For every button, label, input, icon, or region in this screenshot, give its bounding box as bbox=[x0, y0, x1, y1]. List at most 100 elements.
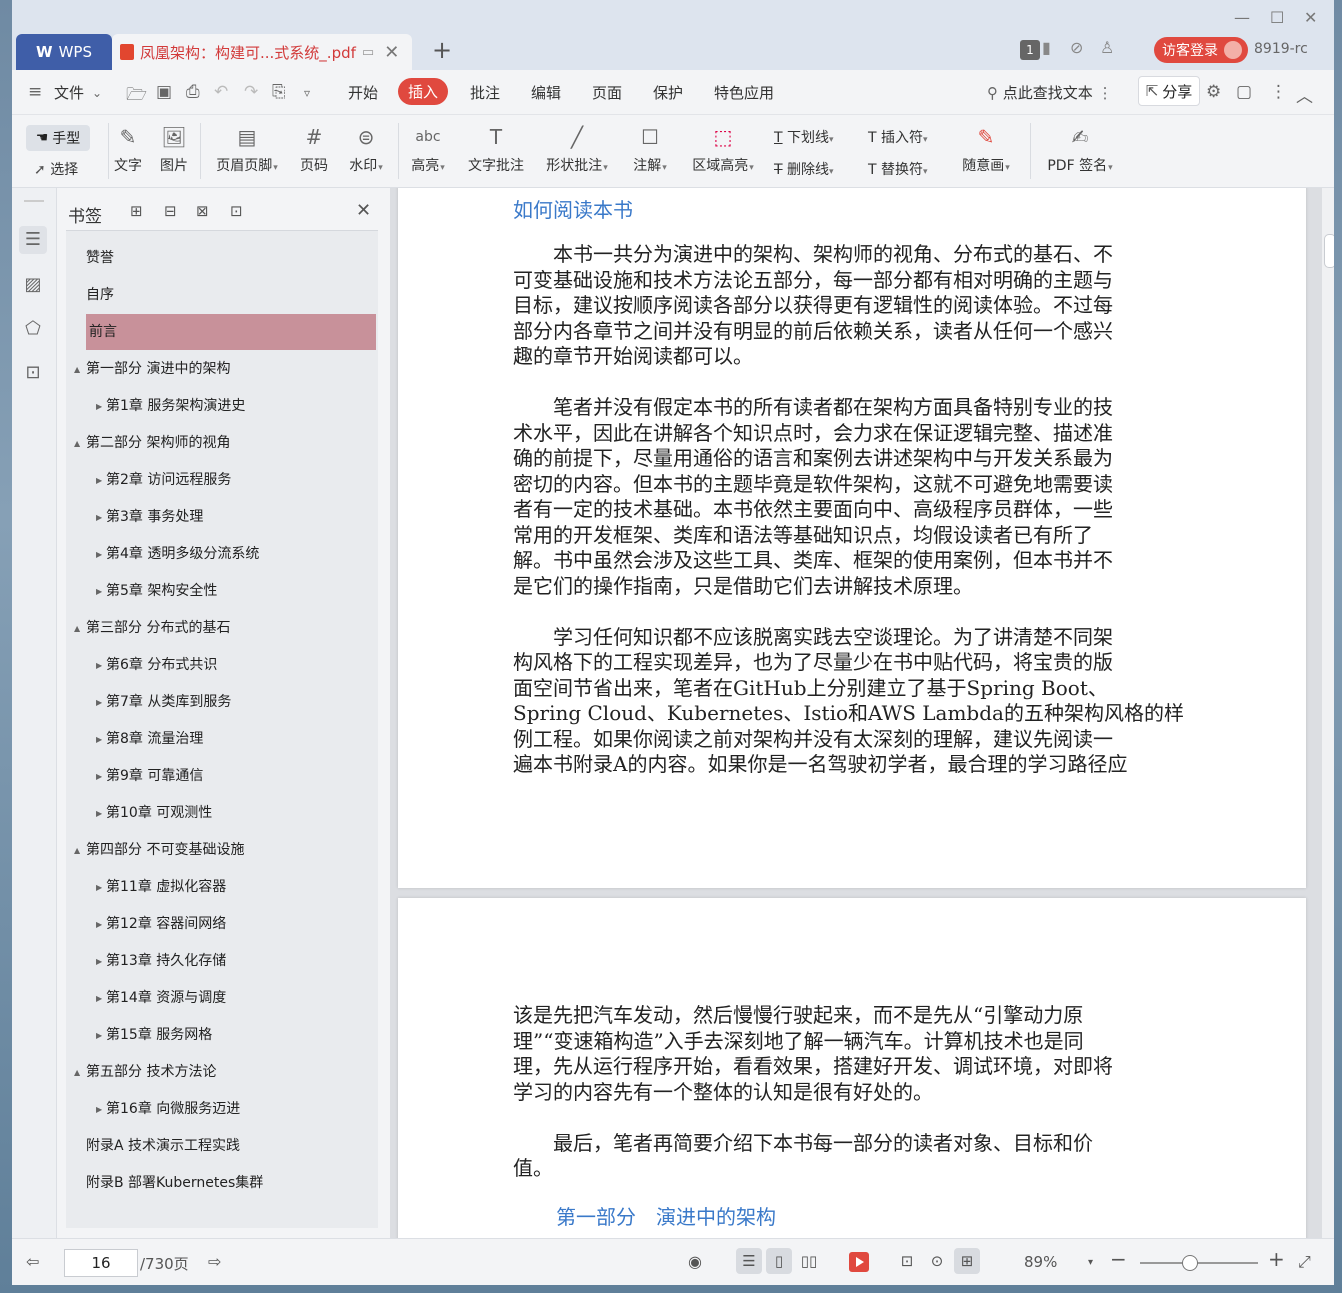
expand-triangle-icon[interactable]: ▶ bbox=[96, 513, 102, 522]
collapse-triangle-icon[interactable]: ▲ bbox=[74, 846, 80, 855]
fullscreen-icon[interactable]: ⤢ bbox=[1298, 1252, 1311, 1272]
tab-protect[interactable]: 保护 bbox=[653, 82, 683, 103]
hand-tool-button[interactable]: ☚ 手型 bbox=[26, 125, 90, 151]
window-count-badge[interactable]: 1 bbox=[1020, 40, 1040, 60]
select-tool-button[interactable]: ➚ 选择 bbox=[34, 159, 78, 179]
thumbnail-image-icon[interactable]: ▨ bbox=[22, 274, 44, 296]
expand-all-icon[interactable]: ⊟ bbox=[164, 202, 177, 220]
strikethrough-button[interactable]: T 删除线▾ bbox=[774, 159, 834, 179]
bookmark-item[interactable]: 第三部分 分布式的基石 bbox=[86, 610, 376, 646]
actual-size-icon[interactable]: ⊡ bbox=[894, 1248, 920, 1274]
maximize-icon[interactable]: ☐ bbox=[1270, 8, 1284, 27]
zoom-slider-knob[interactable] bbox=[1182, 1255, 1198, 1271]
wps-home-tab[interactable]: W WPS bbox=[16, 34, 112, 70]
bookmark-item[interactable]: 第8章 流量治理 bbox=[106, 721, 396, 757]
more-dropdown-icon[interactable]: ▿ bbox=[304, 86, 310, 100]
tab-start[interactable]: 开始 bbox=[348, 82, 378, 103]
search-box[interactable]: ⚲ 点此查找文本 ⋮ bbox=[987, 82, 1113, 103]
collapse-all-icon[interactable]: ⊠ bbox=[196, 202, 209, 220]
redo-icon[interactable]: ↷ bbox=[244, 82, 258, 102]
zoom-dropdown-icon[interactable]: ▾ bbox=[1088, 1257, 1093, 1268]
expand-triangle-icon[interactable]: ▶ bbox=[96, 402, 102, 411]
highlight-button[interactable]: abc 高亮▾ bbox=[408, 123, 448, 175]
insert-image-button[interactable]: 🖼 图片 bbox=[160, 123, 188, 175]
expand-triangle-icon[interactable]: ▶ bbox=[96, 1105, 102, 1114]
tab-edit[interactable]: 编辑 bbox=[531, 82, 561, 103]
bookmark-item[interactable]: 第14章 资源与调度 bbox=[106, 980, 396, 1016]
replace-mark-button[interactable]: T 替换符▾ bbox=[868, 159, 928, 179]
scrollbar-thumb[interactable] bbox=[1324, 234, 1334, 268]
expand-triangle-icon[interactable]: ▶ bbox=[96, 698, 102, 707]
bookmark-item[interactable]: 第四部分 不可变基础设施 bbox=[86, 832, 376, 868]
tab-comment[interactable]: 批注 bbox=[470, 82, 500, 103]
expand-triangle-icon[interactable]: ▶ bbox=[96, 957, 102, 966]
insert-text-button[interactable]: ✎ 文字 bbox=[114, 123, 142, 175]
minimize-icon[interactable]: — bbox=[1234, 8, 1250, 27]
expand-triangle-icon[interactable]: ▶ bbox=[96, 809, 102, 818]
page-number-input[interactable]: 16 bbox=[64, 1249, 138, 1277]
expand-triangle-icon[interactable]: ▶ bbox=[96, 661, 102, 670]
insert-mark-button[interactable]: T 插入符▾ bbox=[868, 127, 928, 147]
bookmark-item[interactable]: 第16章 向微服务迈进 bbox=[106, 1091, 396, 1127]
bookmark-list-icon[interactable]: ☰ bbox=[19, 226, 47, 254]
open-folder-icon[interactable]: 🗁 bbox=[126, 82, 147, 111]
expand-triangle-icon[interactable]: ▶ bbox=[96, 883, 102, 892]
hamburger-icon[interactable]: ≡ bbox=[28, 82, 42, 102]
text-comment-button[interactable]: T 文字批注 bbox=[466, 123, 526, 175]
file-menu[interactable]: 文件 bbox=[54, 82, 84, 103]
bookmark-item[interactable]: 第12章 容器间网络 bbox=[106, 906, 396, 942]
header-footer-button[interactable]: ▤ 页眉页脚▾ bbox=[212, 123, 282, 175]
bookmark-item[interactable]: 附录A 技术演示工程实践 bbox=[86, 1128, 376, 1164]
add-bookmark-icon[interactable]: ⊞ bbox=[130, 202, 143, 220]
close-tab-icon[interactable]: ✕ bbox=[384, 42, 399, 63]
watermark-button[interactable]: ⊜ 水印▾ bbox=[346, 123, 386, 175]
expand-triangle-icon[interactable]: ▶ bbox=[96, 735, 102, 744]
double-page-icon[interactable]: ▯▯ bbox=[796, 1248, 822, 1274]
bookmark-item[interactable]: 第9章 可靠通信 bbox=[106, 758, 396, 794]
bookmark-item[interactable]: 第7章 从类库到服务 bbox=[106, 684, 396, 720]
fit-page-icon[interactable]: ⊙ bbox=[924, 1248, 950, 1274]
share-button[interactable]: ⇱ 分享 bbox=[1138, 76, 1200, 106]
layout-icon[interactable]: ▮ bbox=[1042, 38, 1051, 57]
expand-triangle-icon[interactable]: ▶ bbox=[96, 550, 102, 559]
skin-icon[interactable]: ♙ bbox=[1100, 38, 1114, 57]
play-slideshow-icon[interactable] bbox=[849, 1252, 869, 1272]
expand-triangle-icon[interactable]: ▶ bbox=[96, 587, 102, 596]
bookmark-item[interactable]: 第13章 持久化存储 bbox=[106, 943, 396, 979]
undo-icon[interactable]: ↶ bbox=[214, 82, 228, 102]
underline-button[interactable]: T 下划线▾ bbox=[774, 127, 834, 147]
shape-comment-button[interactable]: ╱ 形状批注▾ bbox=[542, 123, 612, 175]
cloud-sync-icon[interactable]: ⊘ bbox=[1070, 38, 1083, 57]
expand-triangle-icon[interactable]: ▶ bbox=[96, 772, 102, 781]
annotation-button[interactable]: ☐ 注解▾ bbox=[630, 123, 670, 175]
bookmark-item[interactable]: 第五部分 技术方法论 bbox=[86, 1054, 376, 1090]
vertical-scrollbar[interactable] bbox=[1322, 188, 1334, 1238]
bookmark-item[interactable]: 前言 bbox=[86, 314, 376, 350]
next-page-icon[interactable]: ⇨ bbox=[208, 1252, 221, 1271]
eye-protection-icon[interactable]: ◉ bbox=[688, 1252, 702, 1271]
chat-icon[interactable]: ▢ bbox=[1236, 82, 1252, 102]
zoom-slider-track[interactable] bbox=[1140, 1262, 1258, 1264]
tab-special[interactable]: 特色应用 bbox=[714, 82, 774, 103]
expand-triangle-icon[interactable]: ▶ bbox=[96, 994, 102, 1003]
freehand-button[interactable]: ✎ 随意画▾ bbox=[958, 123, 1014, 175]
fit-width-icon[interactable]: ⊞ bbox=[954, 1248, 980, 1274]
bookmark-item[interactable]: 第3章 事务处理 bbox=[106, 499, 396, 535]
bookmark-item[interactable]: 第15章 服务网格 bbox=[106, 1017, 396, 1053]
document-view[interactable]: 如何阅读本书 本书一共分为演进中的架构、架构师的视角、分布式的基石、不 可变基础设… bbox=[390, 188, 1322, 1238]
monitor-icon[interactable]: ▭ bbox=[362, 45, 374, 60]
guest-login-button[interactable]: 访客登录 bbox=[1154, 37, 1248, 63]
previous-page-icon[interactable]: ⇦ bbox=[26, 1252, 39, 1271]
more-menu-icon[interactable]: ⋮ bbox=[1270, 82, 1287, 102]
document-tab[interactable]: 凤凰架构：构建可...式系统_.pdf ▭ ✕ bbox=[112, 34, 412, 70]
bookmark-item[interactable]: 第5章 架构安全性 bbox=[106, 573, 396, 609]
bookmark-item[interactable]: 自序 bbox=[86, 277, 376, 313]
more-vertical-icon[interactable]: ⋮ bbox=[1098, 84, 1113, 102]
single-page-icon[interactable]: ▯ bbox=[766, 1248, 792, 1274]
export-icon[interactable]: ⎘ bbox=[272, 82, 286, 102]
save-icon[interactable]: ▣ bbox=[156, 82, 172, 102]
sign-list-icon[interactable]: ⊡ bbox=[22, 362, 44, 384]
zoom-out-icon[interactable]: − bbox=[1110, 1247, 1127, 1271]
bookmark-item[interactable]: 第2章 访问远程服务 bbox=[106, 462, 396, 498]
collapse-triangle-icon[interactable]: ▲ bbox=[74, 439, 80, 448]
